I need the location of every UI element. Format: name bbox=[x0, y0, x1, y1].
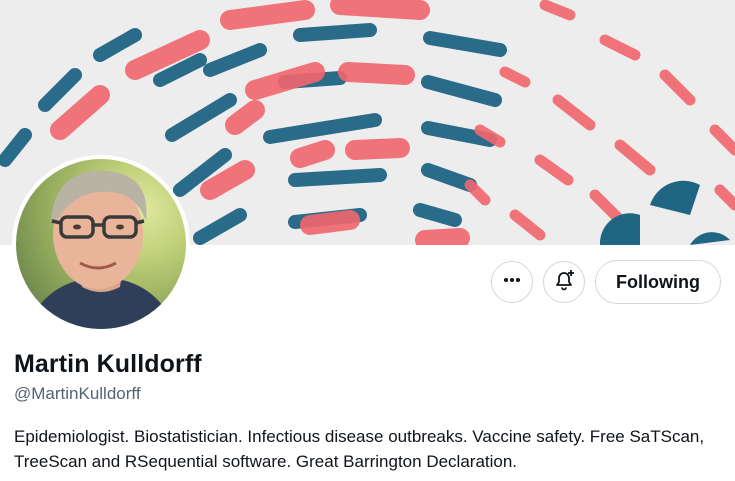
bell-plus-icon bbox=[552, 268, 576, 297]
more-horizontal-icon bbox=[502, 270, 522, 295]
avatar[interactable] bbox=[12, 155, 190, 333]
profile-name: Martin Kulldorff bbox=[14, 350, 202, 378]
avatar-photo bbox=[16, 159, 186, 329]
profile-bio: Epidemiologist. Biostatistician. Infecti… bbox=[14, 427, 705, 471]
profile-handle: @MartinKulldorff bbox=[14, 384, 141, 403]
notifications-button[interactable] bbox=[543, 261, 586, 303]
profile-actions: Following bbox=[491, 260, 721, 304]
following-button[interactable]: Following bbox=[595, 260, 721, 304]
more-button[interactable] bbox=[491, 261, 534, 303]
